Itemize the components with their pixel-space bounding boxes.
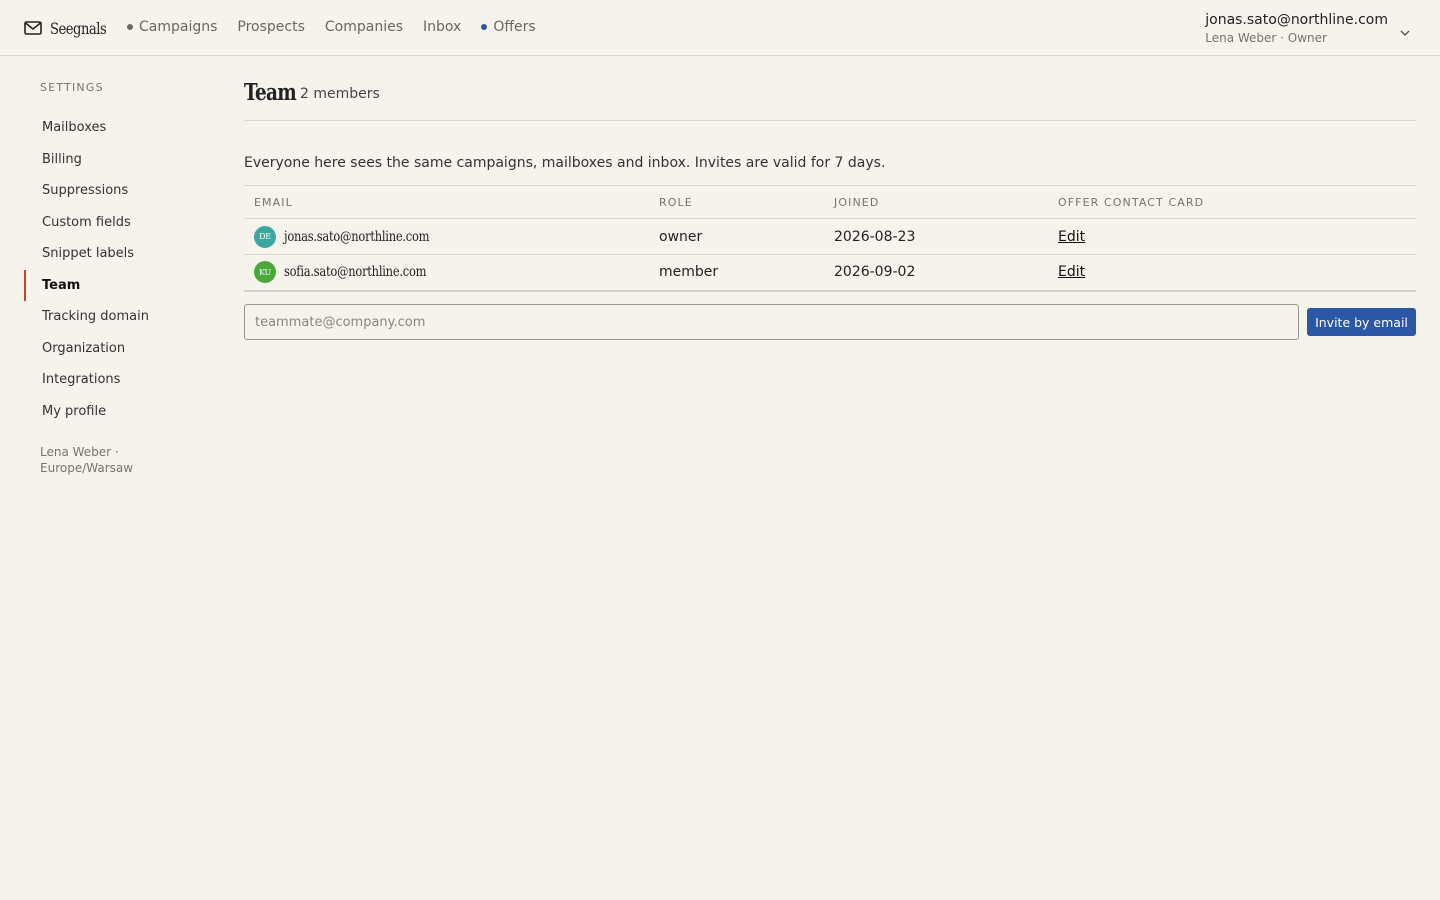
member-email: sofia.sato@northline.com [284,264,427,281]
nav-companies[interactable]: Companies [325,19,403,35]
nav-label: Campaigns [139,19,218,35]
members-table: EMAIL ROLE JOINED OFFER CONTACT CARD DE … [244,185,1416,292]
column-header-offer-contact-card: OFFER CONTACT CARD [1048,185,1416,219]
column-header-role: ROLE [649,185,824,219]
app-name: Seegnals [50,18,107,38]
avatar: KU [254,261,276,284]
nav-label: Companies [324,19,404,35]
status-dot [127,24,133,30]
sidebar-item-team[interactable]: Team [24,269,224,301]
user-email: jonas.sato@northline.com [1205,12,1388,28]
member-joined: 2026-08-23 [824,218,1048,255]
page-title: Team [244,79,297,106]
sidebar-heading: SETTINGS [40,81,104,94]
page-header: Team 2 members [244,78,1416,121]
column-header-email: EMAIL [244,185,649,219]
member-email: jonas.sato@northline.com [284,228,430,245]
member-joined: 2026-09-02 [824,254,1048,292]
nav-offers[interactable]: Offers [481,19,536,35]
team-description: Everyone here sees the same campaigns, m… [244,155,886,171]
nav-prospects[interactable]: Prospects [237,19,304,35]
sidebar-item-custom-fields[interactable]: Custom fields [24,207,224,239]
sidebar-item-tracking-domain[interactable]: Tracking domain [24,301,224,333]
table-header-row: EMAIL ROLE JOINED OFFER CONTACT CARD [244,185,1416,219]
offer-contact-card-cell: Edit [1048,218,1416,255]
chevron-down-icon[interactable] [1400,21,1410,40]
sidebar-item-snippet-labels[interactable]: Snippet labels [24,238,224,270]
member-role: owner [649,218,824,255]
invite-by-email-button[interactable]: Invite by email [1307,308,1416,336]
sidebar-item-organization[interactable]: Organization [24,333,224,365]
table-row: DE jonas.sato@northline.com owner 2026-0… [244,218,1416,255]
email-cell: KU sofia.sato@northline.com [244,254,649,292]
user-menu[interactable]: jonas.sato@northline.com Lena Weber · Ow… [1205,11,1410,46]
edit-contact-card-link[interactable]: Edit [1058,229,1085,245]
sidebar-list: Mailboxes Billing Suppressions Custom fi… [24,112,224,427]
nav-label: Inbox [423,19,462,35]
nav-campaigns[interactable]: Campaigns [127,19,217,35]
brand-logo[interactable]: Seegnals [24,16,119,40]
nav-inbox[interactable]: Inbox [423,19,461,35]
invite-email-input[interactable] [244,304,1299,340]
edit-contact-card-link[interactable]: Edit [1058,264,1085,280]
main-nav: Campaigns Prospects Companies Inbox Offe… [127,17,556,37]
sidebar-item-suppressions[interactable]: Suppressions [24,175,224,207]
table-row: KU sofia.sato@northline.com member 2026-… [244,254,1416,292]
member-role: member [649,254,824,292]
sidebar-item-billing[interactable]: Billing [24,144,224,176]
sidebar-item-mailboxes[interactable]: Mailboxes [24,112,224,144]
avatar: DE [254,225,276,248]
invite-form: Invite by email [244,304,1416,340]
top-bar: Seegnals Campaigns Prospects Companies I… [0,0,1440,56]
sidebar-item-integrations[interactable]: Integrations [24,364,224,396]
status-dot [481,24,488,30]
nav-label: Prospects [237,19,305,35]
sidebar-footer: Lena Weber · Europe/Warsaw [40,445,134,475]
nav-label: Offers [493,19,536,35]
column-header-joined: JOINED [824,185,1048,219]
sidebar-item-my-profile[interactable]: My profile [24,396,224,428]
offer-contact-card-cell: Edit [1048,254,1416,292]
email-cell: DE jonas.sato@northline.com [244,218,649,255]
member-count: 2 members [300,86,380,102]
mail-icon [24,21,42,35]
user-subtitle: Lena Weber · Owner [1205,31,1327,45]
